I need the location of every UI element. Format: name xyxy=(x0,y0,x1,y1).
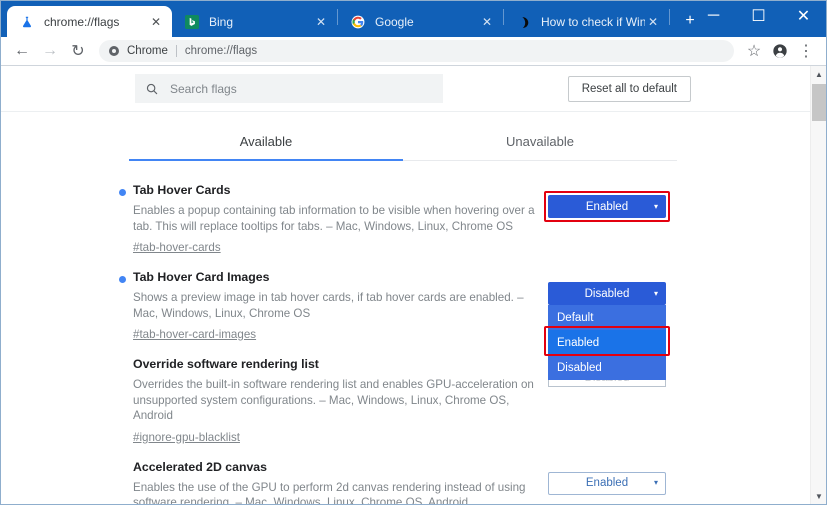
flag-title: Accelerated 2D canvas xyxy=(133,459,267,474)
tab-close-icon[interactable]: ✕ xyxy=(479,14,495,30)
omnibox-url-text: chrome://flags xyxy=(184,45,258,57)
flag-select-accelerated-2d-canvas[interactable]: Enabled ▾ xyxy=(548,471,666,495)
flags-availability-tabs: Available Unavailable xyxy=(129,134,677,161)
modified-dot-icon xyxy=(119,276,126,283)
browser-toolbar: ← → ↻ Chrome chrome://flags ☆ ⋮ xyxy=(1,37,826,66)
flag-description: Enables a popup containing tab informati… xyxy=(133,204,535,233)
flag-info: Accelerated 2D canvas Enables the use of… xyxy=(119,460,537,505)
tab-available[interactable]: Available xyxy=(129,134,403,161)
flag-description: Enables the use of the GPU to perform 2d… xyxy=(133,480,526,505)
profile-avatar-icon[interactable] xyxy=(768,39,792,63)
flag-row: Tab Hover Cards Enables a popup containi… xyxy=(119,175,677,262)
flag-select-tab-hover-card-images[interactable]: Disabled ▾ xyxy=(548,282,666,305)
flag-select-dropdown: Default Enabled Disabled xyxy=(548,305,666,380)
reset-all-to-default-button[interactable]: Reset all to default xyxy=(567,75,691,102)
search-icon xyxy=(145,82,159,96)
window-controls: ─ ☐ ✕ xyxy=(691,1,826,31)
flag-control: Enabled ▾ xyxy=(537,183,677,222)
scroll-down-arrow-icon[interactable]: ▼ xyxy=(811,488,826,504)
tab-unavailable[interactable]: Unavailable xyxy=(403,134,677,160)
flags-topbar: Search flags Reset all to default xyxy=(1,66,811,112)
chevron-down-icon: ▾ xyxy=(653,478,658,487)
flag-hash-link[interactable]: #ignore-gpu-blacklist xyxy=(133,431,240,444)
flag-hash-link[interactable]: #tab-hover-card-images xyxy=(133,328,256,341)
reload-button[interactable]: ↻ xyxy=(65,38,91,64)
flag-select-tab-hover-cards[interactable]: Enabled ▾ xyxy=(548,195,666,218)
flag-row: Accelerated 2D canvas Enables the use of… xyxy=(119,452,677,505)
flag-row: Tab Hover Card Images Shows a preview im… xyxy=(119,262,677,387)
browser-window: chrome://flags ✕ Bing ✕ Google ✕ How to … xyxy=(0,0,827,505)
chevron-down-icon: ▾ xyxy=(653,201,658,211)
flag-select-value: Disabled xyxy=(584,287,630,300)
back-button[interactable]: ← xyxy=(9,38,35,64)
page-scrollbar[interactable]: ▲ ▼ xyxy=(810,66,826,504)
flag-info: Tab Hover Card Images Shows a preview im… xyxy=(119,270,537,343)
dropdown-option-enabled[interactable]: Enabled xyxy=(548,330,666,355)
address-bar[interactable]: Chrome chrome://flags xyxy=(99,40,734,62)
scrollbar-thumb[interactable] xyxy=(812,84,826,121)
minimize-button[interactable]: ─ xyxy=(691,1,736,31)
google-icon xyxy=(350,14,366,30)
flag-description: Overrides the built-in software renderin… xyxy=(133,378,534,422)
flag-title: Tab Hover Cards xyxy=(133,183,231,197)
flag-info: Override software rendering list Overrid… xyxy=(119,357,537,446)
tab-strip: chrome://flags ✕ Bing ✕ Google ✕ How to … xyxy=(1,1,826,37)
tab-close-icon[interactable]: ✕ xyxy=(645,14,661,30)
edge-icon xyxy=(516,14,532,30)
flag-info: Tab Hover Cards Enables a popup containi… xyxy=(119,183,537,256)
flask-icon xyxy=(19,14,35,30)
omnibox-divider xyxy=(175,45,177,57)
close-window-button[interactable]: ✕ xyxy=(781,1,826,31)
flag-title: Override software rendering list xyxy=(133,357,319,371)
bookmark-star-icon[interactable]: ☆ xyxy=(742,39,766,63)
browser-tab-bing[interactable]: Bing ✕ xyxy=(172,7,337,37)
chevron-down-icon: ▾ xyxy=(653,288,658,298)
scroll-up-arrow-icon[interactable]: ▲ xyxy=(811,66,826,82)
chrome-menu-icon[interactable]: ⋮ xyxy=(794,39,818,63)
flag-control: Disabled ▾ Disabled Default Enabled Disa… xyxy=(537,270,677,387)
browser-tab-google[interactable]: Google ✕ xyxy=(338,7,503,37)
search-placeholder: Search flags xyxy=(170,81,237,96)
search-flags-field[interactable]: Search flags xyxy=(135,74,443,103)
tab-close-icon[interactable]: ✕ xyxy=(313,14,329,30)
flag-select-value: Enabled xyxy=(585,477,629,489)
tab-separator xyxy=(669,8,670,25)
tab-close-icon[interactable]: ✕ xyxy=(148,14,164,30)
page-viewport: Search flags Reset all to default Availa… xyxy=(1,66,826,504)
maximize-button[interactable]: ☐ xyxy=(736,1,781,31)
tab-title: How to check if Windows xyxy=(541,15,645,29)
browser-tab-flags[interactable]: chrome://flags ✕ xyxy=(7,6,172,37)
flags-page: Search flags Reset all to default Availa… xyxy=(1,66,811,504)
flag-control: Enabled ▾ xyxy=(537,460,677,495)
flag-hash-link[interactable]: #tab-hover-cards xyxy=(133,241,221,254)
flag-description: Shows a preview image in tab hover cards… xyxy=(133,291,524,320)
chrome-page-icon xyxy=(107,44,121,58)
flag-title: Tab Hover Card Images xyxy=(133,270,270,284)
omnibox-scheme-label: Chrome xyxy=(127,45,168,57)
modified-dot-icon xyxy=(119,189,126,196)
bing-icon xyxy=(184,14,200,30)
flags-list: Tab Hover Cards Enables a popup containi… xyxy=(119,161,677,504)
dropdown-option-disabled[interactable]: Disabled xyxy=(548,355,666,380)
dropdown-option-default[interactable]: Default xyxy=(548,305,666,330)
forward-button[interactable]: → xyxy=(37,38,63,64)
browser-tab-article[interactable]: How to check if Windows ✕ xyxy=(504,7,669,37)
tab-title: chrome://flags xyxy=(44,14,120,29)
tab-title: Google xyxy=(375,15,414,29)
flag-select-value: Enabled xyxy=(585,200,629,213)
tab-title: Bing xyxy=(209,15,234,29)
